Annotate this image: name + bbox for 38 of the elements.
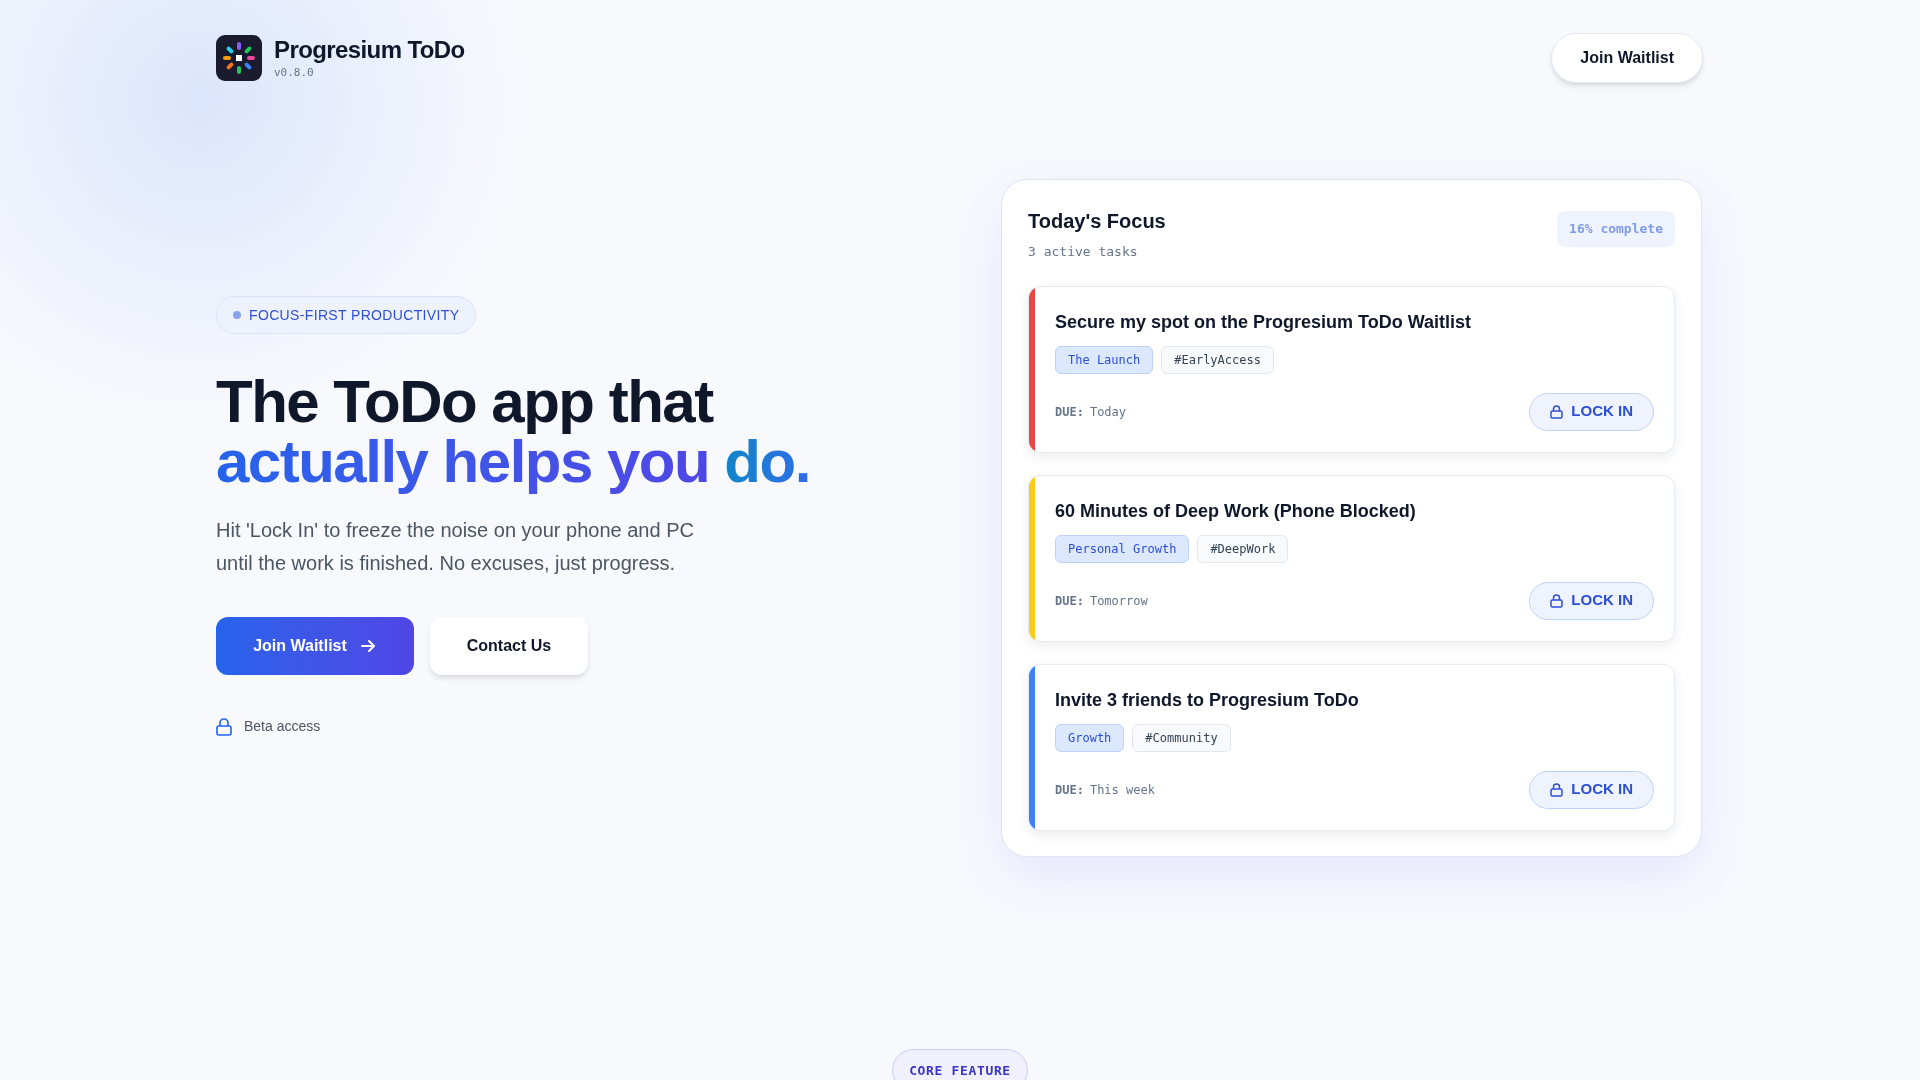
task-title: 60 Minutes of Deep Work (Phone Blocked): [1055, 499, 1416, 523]
task-title: Secure my spot on the Progresium ToDo Waitlist: [1055, 310, 1472, 334]
app-logo-icon: [216, 35, 262, 81]
category-tag: Growth: [1055, 723, 1125, 752]
contact-us-button[interactable]: Contact Us: [430, 617, 588, 675]
section-badge: CORE FEATURE: [892, 1049, 1028, 1080]
version-label: v0.8.0: [274, 64, 315, 81]
progress-badge: 16% complete: [1557, 211, 1675, 247]
arrow-right-icon: [358, 637, 377, 655]
due-label: DUE:: [1055, 592, 1084, 610]
due-label: DUE:: [1055, 781, 1084, 799]
hashtag-tag: #DeepWork: [1197, 534, 1289, 563]
lock-in-button[interactable]: LOCK IN: [1529, 392, 1654, 431]
lock-icon: [1550, 593, 1564, 608]
category-tag: The Launch: [1055, 345, 1154, 374]
join-waitlist-button[interactable]: Join Waitlist: [216, 617, 414, 675]
description-line: until the work is finished. No excuses, just progress.: [216, 551, 676, 576]
brand-name: Progresium ToDo: [274, 34, 465, 65]
lock-icon: [1550, 404, 1564, 419]
task-title: Invite 3 friends to Progresium ToDo: [1055, 688, 1359, 712]
panel-title: Today's Focus: [1028, 209, 1166, 234]
due-date: Tomorrow: [1089, 592, 1148, 610]
lock-icon: [1550, 782, 1564, 797]
headline: The ToDo app that: [216, 372, 713, 432]
due-label: DUE:: [1055, 403, 1084, 421]
category-tag: Personal Growth: [1055, 534, 1190, 563]
hashtag-tag: #Community: [1132, 723, 1231, 752]
badge-text: FOCUS-FIRST PRODUCTIVITY: [249, 305, 460, 325]
beta-access-note: Beta access: [244, 717, 321, 736]
hashtag-tag: #EarlyAccess: [1161, 345, 1274, 374]
due-date: Today: [1089, 403, 1127, 421]
due-date: This week: [1089, 781, 1155, 799]
lock-icon: [216, 717, 232, 736]
lock-in-button[interactable]: LOCK IN: [1529, 581, 1654, 620]
join-waitlist-button[interactable]: Join Waitlist: [1551, 33, 1703, 83]
description-line: Hit 'Lock In' to freeze the noise on your phone and PC: [216, 518, 694, 543]
lock-in-button[interactable]: LOCK IN: [1529, 770, 1654, 809]
task-count: 3 active tasks: [1028, 243, 1139, 261]
